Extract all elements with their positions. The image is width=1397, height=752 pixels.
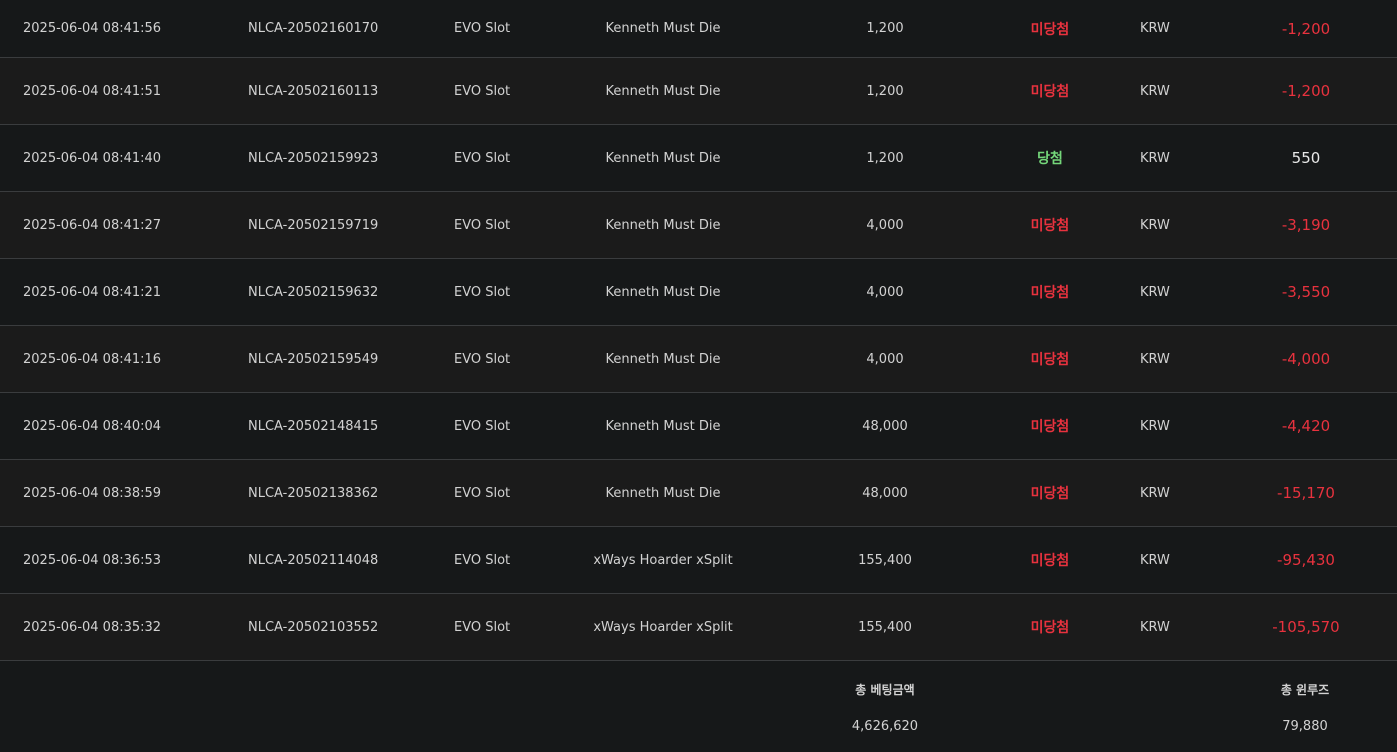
bet-history-table: 2025-06-04 08:41:56 NLCA-20502160170 EVO S… bbox=[0, 0, 1397, 752]
game-name-cell: Kenneth Must Die bbox=[605, 217, 721, 233]
result-status-cell: 미당첨 bbox=[1030, 486, 1070, 502]
currency-cell: KRW bbox=[1140, 217, 1170, 233]
winloss-amount-cell: -1,200 bbox=[1281, 82, 1331, 100]
result-status-cell: 미당첨 bbox=[1030, 218, 1070, 234]
currency-cell: KRW bbox=[1140, 351, 1170, 367]
game-name-cell: Kenneth Must Die bbox=[605, 485, 721, 501]
currency-cell: KRW bbox=[1140, 619, 1170, 635]
total-winloss-value: 79,880 bbox=[1282, 719, 1328, 734]
bet-amount-cell: 4,000 bbox=[866, 217, 904, 233]
game-name-cell: Kenneth Must Die bbox=[605, 83, 721, 99]
winloss-amount-cell: -3,550 bbox=[1281, 283, 1331, 301]
provider-cell: EVO Slot bbox=[454, 418, 511, 434]
game-name-cell: Kenneth Must Die bbox=[605, 418, 721, 434]
bet-id-cell: NLCA-20502159923 bbox=[248, 150, 379, 166]
bet-id-cell: NLCA-20502114048 bbox=[248, 552, 379, 568]
game-name-cell: Kenneth Must Die bbox=[605, 284, 721, 300]
currency-cell: KRW bbox=[1140, 21, 1170, 36]
bet-date-cell: 2025-06-04 08:40:04 bbox=[23, 418, 162, 434]
bet-amount-cell: 48,000 bbox=[862, 418, 908, 434]
bet-id-cell: NLCA-20502138362 bbox=[248, 485, 379, 501]
bet-amount-cell: 48,000 bbox=[862, 485, 908, 501]
bet-date-cell: 2025-06-04 08:41:51 bbox=[23, 83, 162, 99]
winloss-amount-cell: -3,190 bbox=[1281, 216, 1331, 234]
provider-cell: EVO Slot bbox=[454, 150, 511, 166]
bet-date-cell: 2025-06-04 08:36:53 bbox=[23, 552, 162, 568]
bet-date-cell: 2025-06-04 08:41:27 bbox=[23, 217, 162, 233]
table-row: 2025-06-04 08:38:59 NLCA-20502138362 EVO S… bbox=[0, 460, 1397, 527]
provider-cell: EVO Slot bbox=[454, 552, 511, 568]
winloss-amount-cell: -15,170 bbox=[1277, 484, 1335, 502]
currency-cell: KRW bbox=[1140, 284, 1170, 300]
game-name-cell: Kenneth Must Die bbox=[605, 351, 721, 367]
winloss-amount-cell: -1,200 bbox=[1281, 19, 1331, 38]
bet-id-cell: NLCA-20502160170 bbox=[248, 21, 379, 36]
bet-id-cell: NLCA-20502159719 bbox=[248, 217, 379, 233]
bet-date-cell: 2025-06-04 08:41:16 bbox=[23, 351, 162, 367]
bet-amount-cell: 155,400 bbox=[858, 552, 912, 568]
bet-id-cell: NLCA-20502159632 bbox=[248, 284, 379, 300]
currency-cell: KRW bbox=[1140, 150, 1170, 166]
table-row: 2025-06-04 08:41:27 NLCA-20502159719 EVO S… bbox=[0, 192, 1397, 259]
currency-cell: KRW bbox=[1140, 552, 1170, 568]
currency-cell: KRW bbox=[1140, 485, 1170, 501]
provider-cell: EVO Slot bbox=[454, 351, 511, 367]
result-status-cell: 미당첨 bbox=[1030, 285, 1070, 301]
game-name-cell: xWays Hoarder xSplit bbox=[593, 619, 733, 635]
game-name-cell: xWays Hoarder xSplit bbox=[593, 552, 733, 568]
table-row: 2025-06-04 08:41:40 NLCA-20502159923 EVO S… bbox=[0, 125, 1397, 192]
provider-cell: EVO Slot bbox=[454, 619, 511, 635]
bet-date-cell: 2025-06-04 08:41:21 bbox=[23, 284, 162, 300]
result-status-cell: 미당첨 bbox=[1030, 620, 1070, 636]
currency-cell: KRW bbox=[1140, 83, 1170, 99]
total-bet-value: 4,626,620 bbox=[851, 719, 919, 734]
table-row: 2025-06-04 08:35:32 NLCA-20502103552 EVO S… bbox=[0, 594, 1397, 661]
result-status-cell: 미당첨 bbox=[1030, 419, 1070, 435]
bet-date-cell: 2025-06-04 08:38:59 bbox=[23, 485, 162, 501]
winloss-amount-cell: -4,000 bbox=[1281, 350, 1331, 368]
total-winloss-label: 총 윈루즈 bbox=[1280, 683, 1330, 697]
bet-id-cell: NLCA-20502103552 bbox=[248, 619, 379, 635]
table-row: 2025-06-04 08:36:53 NLCA-20502114048 EVO S… bbox=[0, 527, 1397, 594]
bet-amount-cell: 4,000 bbox=[866, 351, 904, 367]
bet-amount-cell: 1,200 bbox=[866, 21, 904, 36]
result-status-cell: 미당첨 bbox=[1030, 84, 1070, 100]
table-row: 2025-06-04 08:41:51 NLCA-20502160113 EVO S… bbox=[0, 58, 1397, 125]
bet-amount-cell: 1,200 bbox=[866, 83, 904, 99]
total-bet-label: 총 베팅금액 bbox=[855, 683, 915, 697]
provider-cell: EVO Slot bbox=[454, 83, 511, 99]
result-status-cell: 미당첨 bbox=[1030, 352, 1070, 368]
provider-cell: EVO Slot bbox=[454, 21, 511, 36]
table-row: 2025-06-04 08:41:16 NLCA-20502159549 EVO S… bbox=[0, 326, 1397, 393]
winloss-amount-cell: -95,430 bbox=[1277, 551, 1335, 569]
bet-date-cell: 2025-06-04 08:35:32 bbox=[23, 619, 162, 635]
bet-id-cell: NLCA-20502159549 bbox=[248, 351, 379, 367]
game-name-cell: Kenneth Must Die bbox=[605, 150, 721, 166]
bet-id-cell: NLCA-20502160113 bbox=[248, 83, 379, 99]
bet-date-cell: 2025-06-04 08:41:40 bbox=[23, 150, 162, 166]
provider-cell: EVO Slot bbox=[454, 284, 511, 300]
winloss-amount-cell: 550 bbox=[1291, 149, 1321, 167]
table-body: 2025-06-04 08:41:56 NLCA-20502160170 EVO S… bbox=[0, 0, 1397, 661]
table-row: 2025-06-04 08:41:21 NLCA-20502159632 EVO S… bbox=[0, 259, 1397, 326]
bet-amount-cell: 155,400 bbox=[858, 619, 912, 635]
game-name-cell: Kenneth Must Die bbox=[605, 21, 721, 36]
bet-date-cell: 2025-06-04 08:41:56 bbox=[23, 21, 162, 36]
table-row: 2025-06-04 08:41:56 NLCA-20502160170 EVO S… bbox=[0, 0, 1397, 58]
winloss-amount-cell: -105,570 bbox=[1272, 618, 1340, 636]
table-footer-totals: 총 베팅금액 4,626,620 총 윈루즈 79,880 bbox=[0, 661, 1397, 752]
result-status-cell: 당첨 bbox=[1037, 151, 1063, 167]
bet-id-cell: NLCA-20502148415 bbox=[248, 418, 379, 434]
bet-amount-cell: 4,000 bbox=[866, 284, 904, 300]
result-status-cell: 미당첨 bbox=[1030, 21, 1070, 38]
table-row: 2025-06-04 08:40:04 NLCA-20502148415 EVO S… bbox=[0, 393, 1397, 460]
provider-cell: EVO Slot bbox=[454, 217, 511, 233]
winloss-amount-cell: -4,420 bbox=[1281, 417, 1331, 435]
provider-cell: EVO Slot bbox=[454, 485, 511, 501]
currency-cell: KRW bbox=[1140, 418, 1170, 434]
bet-amount-cell: 1,200 bbox=[866, 150, 904, 166]
result-status-cell: 미당첨 bbox=[1030, 553, 1070, 569]
